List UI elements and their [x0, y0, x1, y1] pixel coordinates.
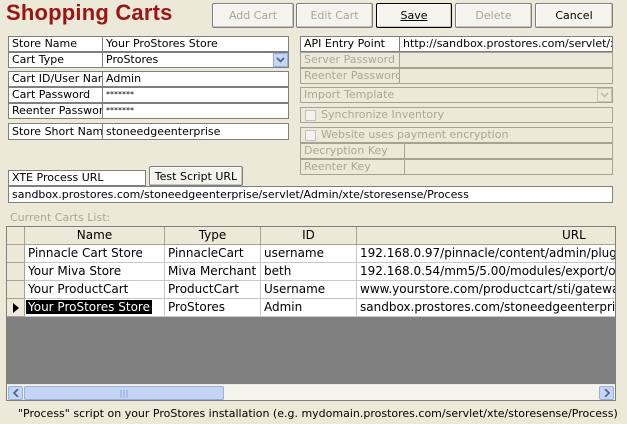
cell-name: Your ProductCart [25, 281, 165, 299]
chevron-down-icon[interactable] [273, 53, 288, 67]
cell-type: PinnacleCart [165, 245, 261, 263]
delete-button[interactable]: Delete [455, 3, 532, 28]
cell-name: Your ProStores Store [25, 299, 165, 317]
column-header-name[interactable]: Name [25, 227, 165, 245]
cart-type-select[interactable]: ProStores [102, 52, 289, 68]
cell-name: Pinnacle Cart Store [25, 245, 165, 263]
api-entry-point-field[interactable]: http://sandbox.prostores.com/servlet/xte… [399, 36, 613, 52]
server-password-field[interactable] [399, 52, 613, 68]
api-reenter-password-field[interactable] [399, 68, 613, 84]
cell-id: Username [261, 281, 357, 299]
cell-url: 192.168.0.54/mm5/5.00/modules/export/om [357, 263, 615, 281]
cell-id: Admin [261, 299, 357, 317]
edit-cart-button[interactable]: Edit Cart [296, 3, 373, 28]
cell-url: 192.168.0.97/pinnacle/content/admin/plug… [357, 245, 615, 263]
cell-type: ProductCart [165, 281, 261, 299]
status-hint: "Process" script on your ProStores insta… [18, 407, 618, 420]
cart-password-field[interactable]: ******* [102, 87, 289, 103]
test-script-url-label: Test Script URL [154, 169, 238, 183]
xte-process-url-label: XTE Process URL [8, 170, 146, 186]
row-selector[interactable] [7, 245, 25, 263]
grip-icon [120, 390, 128, 398]
cell-id: beth [261, 263, 357, 281]
test-script-url-button[interactable]: Test Script URL [149, 166, 243, 186]
reenter-password-field[interactable]: ******* [102, 103, 289, 119]
api-entry-point-label: API Entry Point [300, 36, 400, 52]
cell-type: Miva Merchant [165, 263, 261, 281]
carts-list-title: Current Carts List: [10, 211, 111, 224]
table-row-selected[interactable]: Your ProStores Store ProStores Admin san… [7, 299, 615, 317]
store-name-label: Store Name [8, 36, 103, 52]
cell-name-selected-text: Your ProStores Store [26, 300, 152, 314]
import-template-label: Import Template [304, 88, 395, 101]
chevron-down-icon[interactable] [597, 88, 612, 102]
scroll-thumb[interactable] [24, 386, 224, 400]
cart-password-label: Cart Password [8, 87, 103, 103]
cancel-button[interactable]: Cancel [535, 3, 613, 28]
row-pointer-icon [12, 302, 19, 313]
cart-type-value: ProStores [106, 53, 159, 66]
payment-encryption-label: Website uses payment encryption [321, 128, 509, 141]
scroll-right-icon[interactable] [599, 386, 614, 400]
row-selector[interactable] [7, 263, 25, 281]
add-cart-button[interactable]: Add Cart [212, 3, 294, 28]
table-row[interactable]: Pinnacle Cart Store PinnacleCart usernam… [7, 245, 615, 263]
reenter-key-label: Reenter Key [300, 159, 405, 175]
cell-url: www.yourstore.com/productcart/sti/gatewa… [357, 281, 615, 299]
column-header-type[interactable]: Type [165, 227, 261, 245]
sync-inventory-row[interactable]: Synchronize Inventory [300, 107, 613, 123]
store-short-name-label: Store Short Name [8, 123, 103, 140]
import-template-select[interactable]: Import Template [300, 87, 613, 103]
sync-inventory-label: Synchronize Inventory [321, 108, 445, 121]
payment-encryption-row[interactable]: Website uses payment encryption [300, 127, 613, 143]
row-selector[interactable] [7, 299, 25, 317]
cart-type-label: Cart Type [8, 52, 103, 68]
cart-id-label: Cart ID/User Name [8, 71, 103, 87]
cell-type: ProStores [165, 299, 261, 317]
api-reenter-password-label: Reenter Password [300, 68, 400, 84]
save-button-label: Save [400, 9, 428, 22]
carts-grid[interactable]: Name Type ID URL Pinnacle Cart Store Pin… [6, 226, 616, 401]
server-password-label: Server Password [300, 52, 400, 68]
cart-id-field[interactable]: Admin [102, 71, 289, 87]
payment-encryption-checkbox[interactable] [305, 130, 316, 141]
column-header-id[interactable]: ID [261, 227, 357, 245]
table-row[interactable]: Your Miva Store Miva Merchant beth 192.1… [7, 263, 615, 281]
cell-url: sandbox.prostores.com/stoneedgeenterpris… [357, 299, 615, 317]
sync-inventory-checkbox[interactable] [305, 110, 316, 121]
cell-name: Your Miva Store [25, 263, 165, 281]
store-short-name-field[interactable]: stoneedgeenterprise [102, 123, 289, 140]
grid-corner [7, 227, 25, 245]
row-selector[interactable] [7, 281, 25, 299]
table-row[interactable]: Your ProductCart ProductCart Username ww… [7, 281, 615, 299]
page-title: Shopping Carts [6, 0, 173, 25]
save-button[interactable]: Save [376, 3, 452, 28]
reenter-key-field[interactable] [404, 159, 613, 175]
column-header-url[interactable]: URL [357, 227, 615, 245]
store-name-field[interactable]: Your ProStores Store [102, 36, 289, 52]
xte-process-url-field[interactable]: sandbox.prostores.com/stoneedgeenterpris… [8, 186, 613, 203]
horizontal-scrollbar[interactable] [7, 384, 615, 400]
decryption-key-label: Decryption Key [300, 143, 405, 159]
scroll-left-icon[interactable] [8, 386, 23, 400]
cell-id: username [261, 245, 357, 263]
decryption-key-field[interactable] [404, 143, 613, 159]
reenter-password-label: Reenter Password [8, 103, 103, 119]
